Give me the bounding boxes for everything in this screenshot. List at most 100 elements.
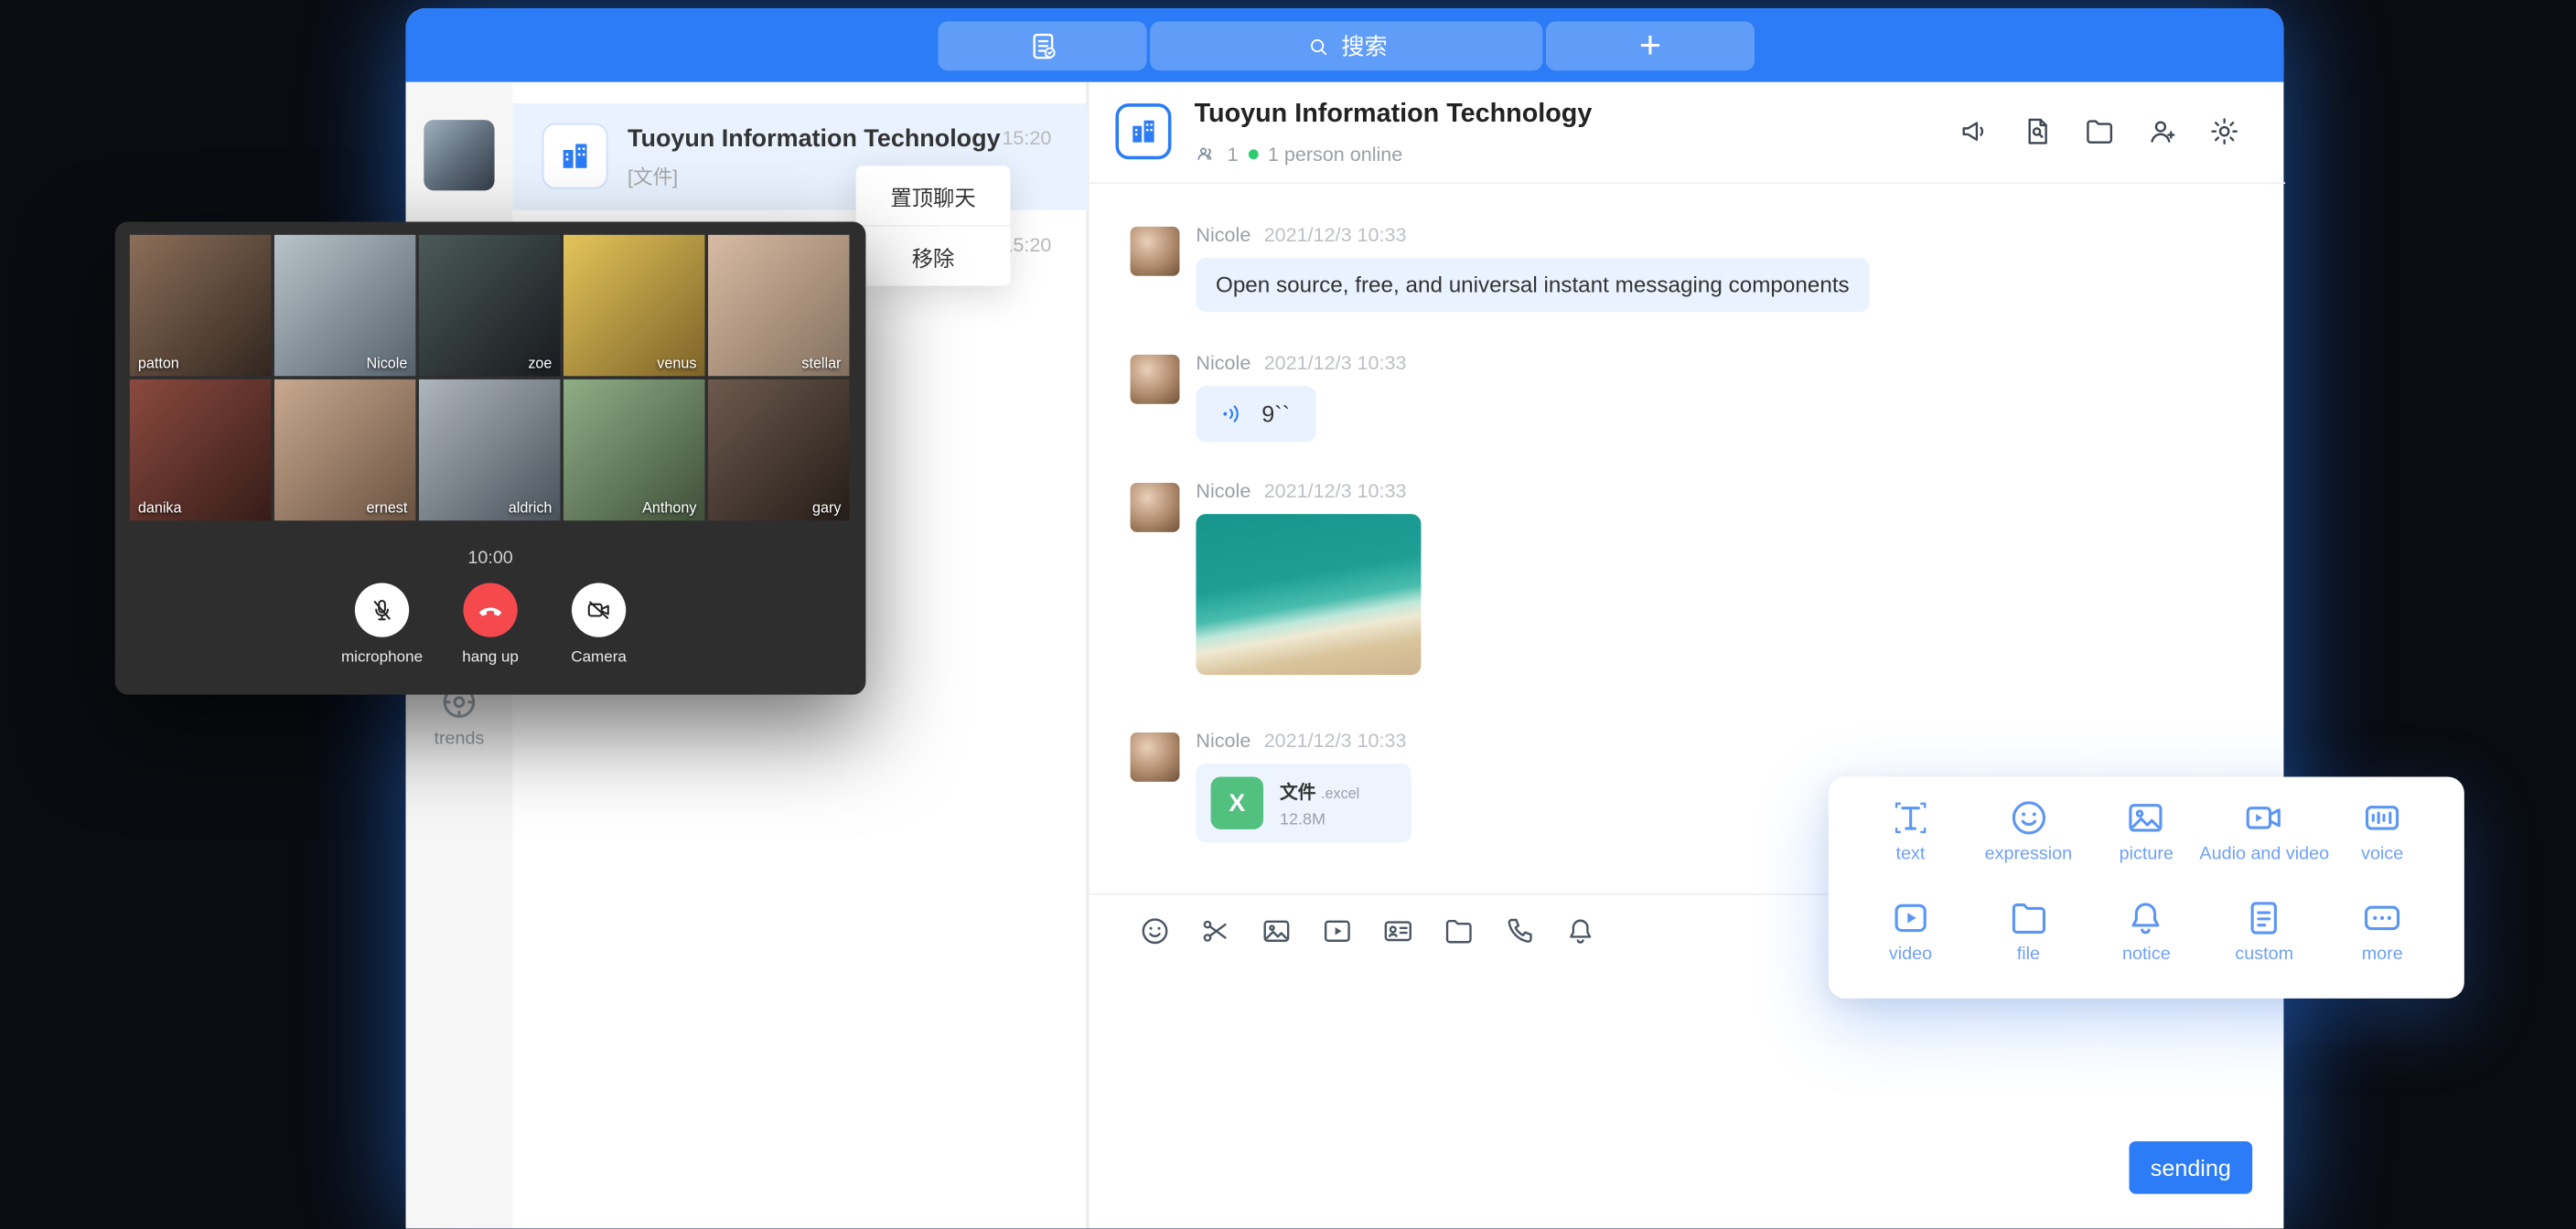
chat-group-avatar (1115, 103, 1171, 159)
hang-up-button[interactable] (463, 583, 517, 637)
participant-name: stellar (801, 355, 841, 371)
file-ext: .excel (1321, 785, 1359, 801)
conversation-time: 15:20 (1002, 126, 1051, 149)
feature-label: picture (2120, 844, 2174, 864)
feature-label: more (2362, 945, 2403, 965)
file-info: 文件 .excel 12.8M (1280, 777, 1359, 828)
feature-notice[interactable]: notice (2088, 897, 2206, 990)
emoji-icon[interactable] (1139, 914, 1172, 946)
file-size: 12.8M (1280, 810, 1359, 828)
participant-tile[interactable]: aldrich (419, 379, 560, 520)
members-manage-icon[interactable] (2145, 115, 2178, 148)
feature-label: video (1889, 945, 1932, 965)
message-input-area[interactable] (1089, 966, 2285, 1228)
chat-header-actions (1959, 115, 2241, 148)
feature-text[interactable]: text (1852, 796, 1970, 890)
members-icon (1195, 143, 1218, 166)
call-phone-icon[interactable] (1503, 914, 1536, 946)
participant-tile[interactable]: Nicole (274, 235, 415, 376)
participant-tile[interactable]: stellar (708, 235, 849, 376)
online-dot (1248, 149, 1258, 159)
message-bubble[interactable]: Open source, free, and universal instant… (1196, 258, 1869, 312)
picture-icon[interactable] (1260, 914, 1293, 946)
folder-icon[interactable] (1443, 914, 1476, 946)
send-button[interactable]: sending (2129, 1141, 2252, 1193)
screenshot-scissors-icon[interactable] (1199, 914, 1232, 946)
custom-doc-icon (2243, 897, 2286, 940)
participant-name: zoe (528, 355, 552, 371)
notice-bell-icon (2125, 897, 2168, 940)
global-search[interactable]: 搜索 (1150, 21, 1542, 70)
participant-name: Nicole (366, 355, 407, 371)
feature-video[interactable]: video (1852, 897, 1970, 990)
notification-bell-icon[interactable] (1564, 914, 1597, 946)
feature-label: expression (1985, 844, 2073, 864)
participant-grid: patton Nicole zoe venus stellar danika e… (130, 235, 850, 520)
topbar-control-group: 搜索 + (938, 21, 1755, 70)
chat-meta: 1 1 person online (1195, 143, 1403, 166)
building-icon (557, 138, 594, 175)
feature-audio-video[interactable]: Audio and video (2206, 796, 2324, 890)
call-controls: microphone hang up Camer (115, 583, 866, 668)
feature-custom[interactable]: custom (2206, 897, 2324, 990)
message-time: 2021/12/3 10:33 (1264, 729, 1407, 752)
files-icon[interactable] (2083, 115, 2116, 148)
participant-name: ernest (366, 499, 407, 516)
participant-tile[interactable]: gary (708, 379, 849, 520)
message-meta: Nicole 2021/12/3 10:33 (1196, 223, 2217, 246)
beach-photo-thumbnail[interactable] (1196, 514, 1421, 675)
contact-card-icon[interactable] (1381, 914, 1414, 946)
camera-off-button[interactable] (572, 583, 626, 637)
participant-tile[interactable]: zoe (419, 235, 560, 376)
feature-picture[interactable]: picture (2088, 796, 2206, 890)
sender-avatar[interactable] (1131, 483, 1180, 532)
sender-name: Nicole (1196, 729, 1250, 752)
chat-panel: Tuoyun Information Technology 1 1 person… (1088, 82, 2283, 1229)
participant-tile[interactable]: patton (130, 235, 271, 376)
mute-mic-button[interactable] (355, 583, 409, 637)
feature-label: file (2017, 945, 2040, 965)
participant-name: patton (138, 355, 179, 371)
text-icon (1889, 796, 1932, 839)
online-text: 1 person online (1268, 143, 1402, 166)
workbench-button[interactable] (938, 21, 1146, 70)
plus-icon: + (1639, 22, 1661, 66)
feature-grid: text expression picture (1852, 796, 2442, 990)
feature-more[interactable]: more (2324, 897, 2442, 990)
voice-wave-icon (1218, 399, 1247, 428)
sender-avatar[interactable] (1131, 732, 1180, 782)
voice-bubble[interactable]: 9`` (1196, 386, 1315, 442)
add-button[interactable]: + (1546, 21, 1755, 70)
menu-item-remove[interactable]: 移除 (856, 225, 1011, 285)
participant-name: aldrich (509, 499, 553, 516)
feature-popover: text expression picture (1829, 776, 2464, 998)
feature-file[interactable]: file (1970, 897, 2088, 990)
announcement-icon[interactable] (1959, 115, 1991, 148)
feature-voice[interactable]: voice (2324, 796, 2442, 890)
file-name: 文件 (1280, 783, 1316, 803)
file-folder-icon (2007, 897, 2050, 940)
my-avatar[interactable] (424, 120, 494, 190)
settings-gear-icon[interactable] (2208, 115, 2241, 148)
participant-tile[interactable]: ernest (274, 379, 415, 520)
feature-expression[interactable]: expression (1970, 796, 2088, 890)
menu-item-pin-chat[interactable]: 置顶聊天 (856, 166, 1011, 225)
participant-tile[interactable]: venus (564, 235, 704, 376)
hang-up-icon (475, 594, 506, 625)
building-icon (1127, 115, 1160, 148)
video-icon[interactable] (1321, 914, 1354, 946)
feature-label: notice (2122, 945, 2171, 965)
participant-tile[interactable]: Anthony (564, 379, 704, 520)
feature-label: text (1896, 844, 1926, 864)
video-icon (1889, 897, 1932, 940)
conversation-context-menu: 置顶聊天 移除 (856, 166, 1011, 285)
sender-avatar[interactable] (1131, 227, 1180, 276)
search-history-icon[interactable] (2021, 115, 2054, 148)
file-card[interactable]: X 文件 .excel 12.8M (1196, 764, 1411, 842)
participant-tile[interactable]: danika (130, 379, 271, 520)
voice-duration: 9`` (1261, 401, 1290, 427)
top-bar: 搜索 + (406, 8, 2284, 82)
sender-avatar[interactable] (1131, 355, 1180, 404)
sender-name: Nicole (1196, 351, 1250, 374)
participant-name: danika (138, 499, 182, 516)
